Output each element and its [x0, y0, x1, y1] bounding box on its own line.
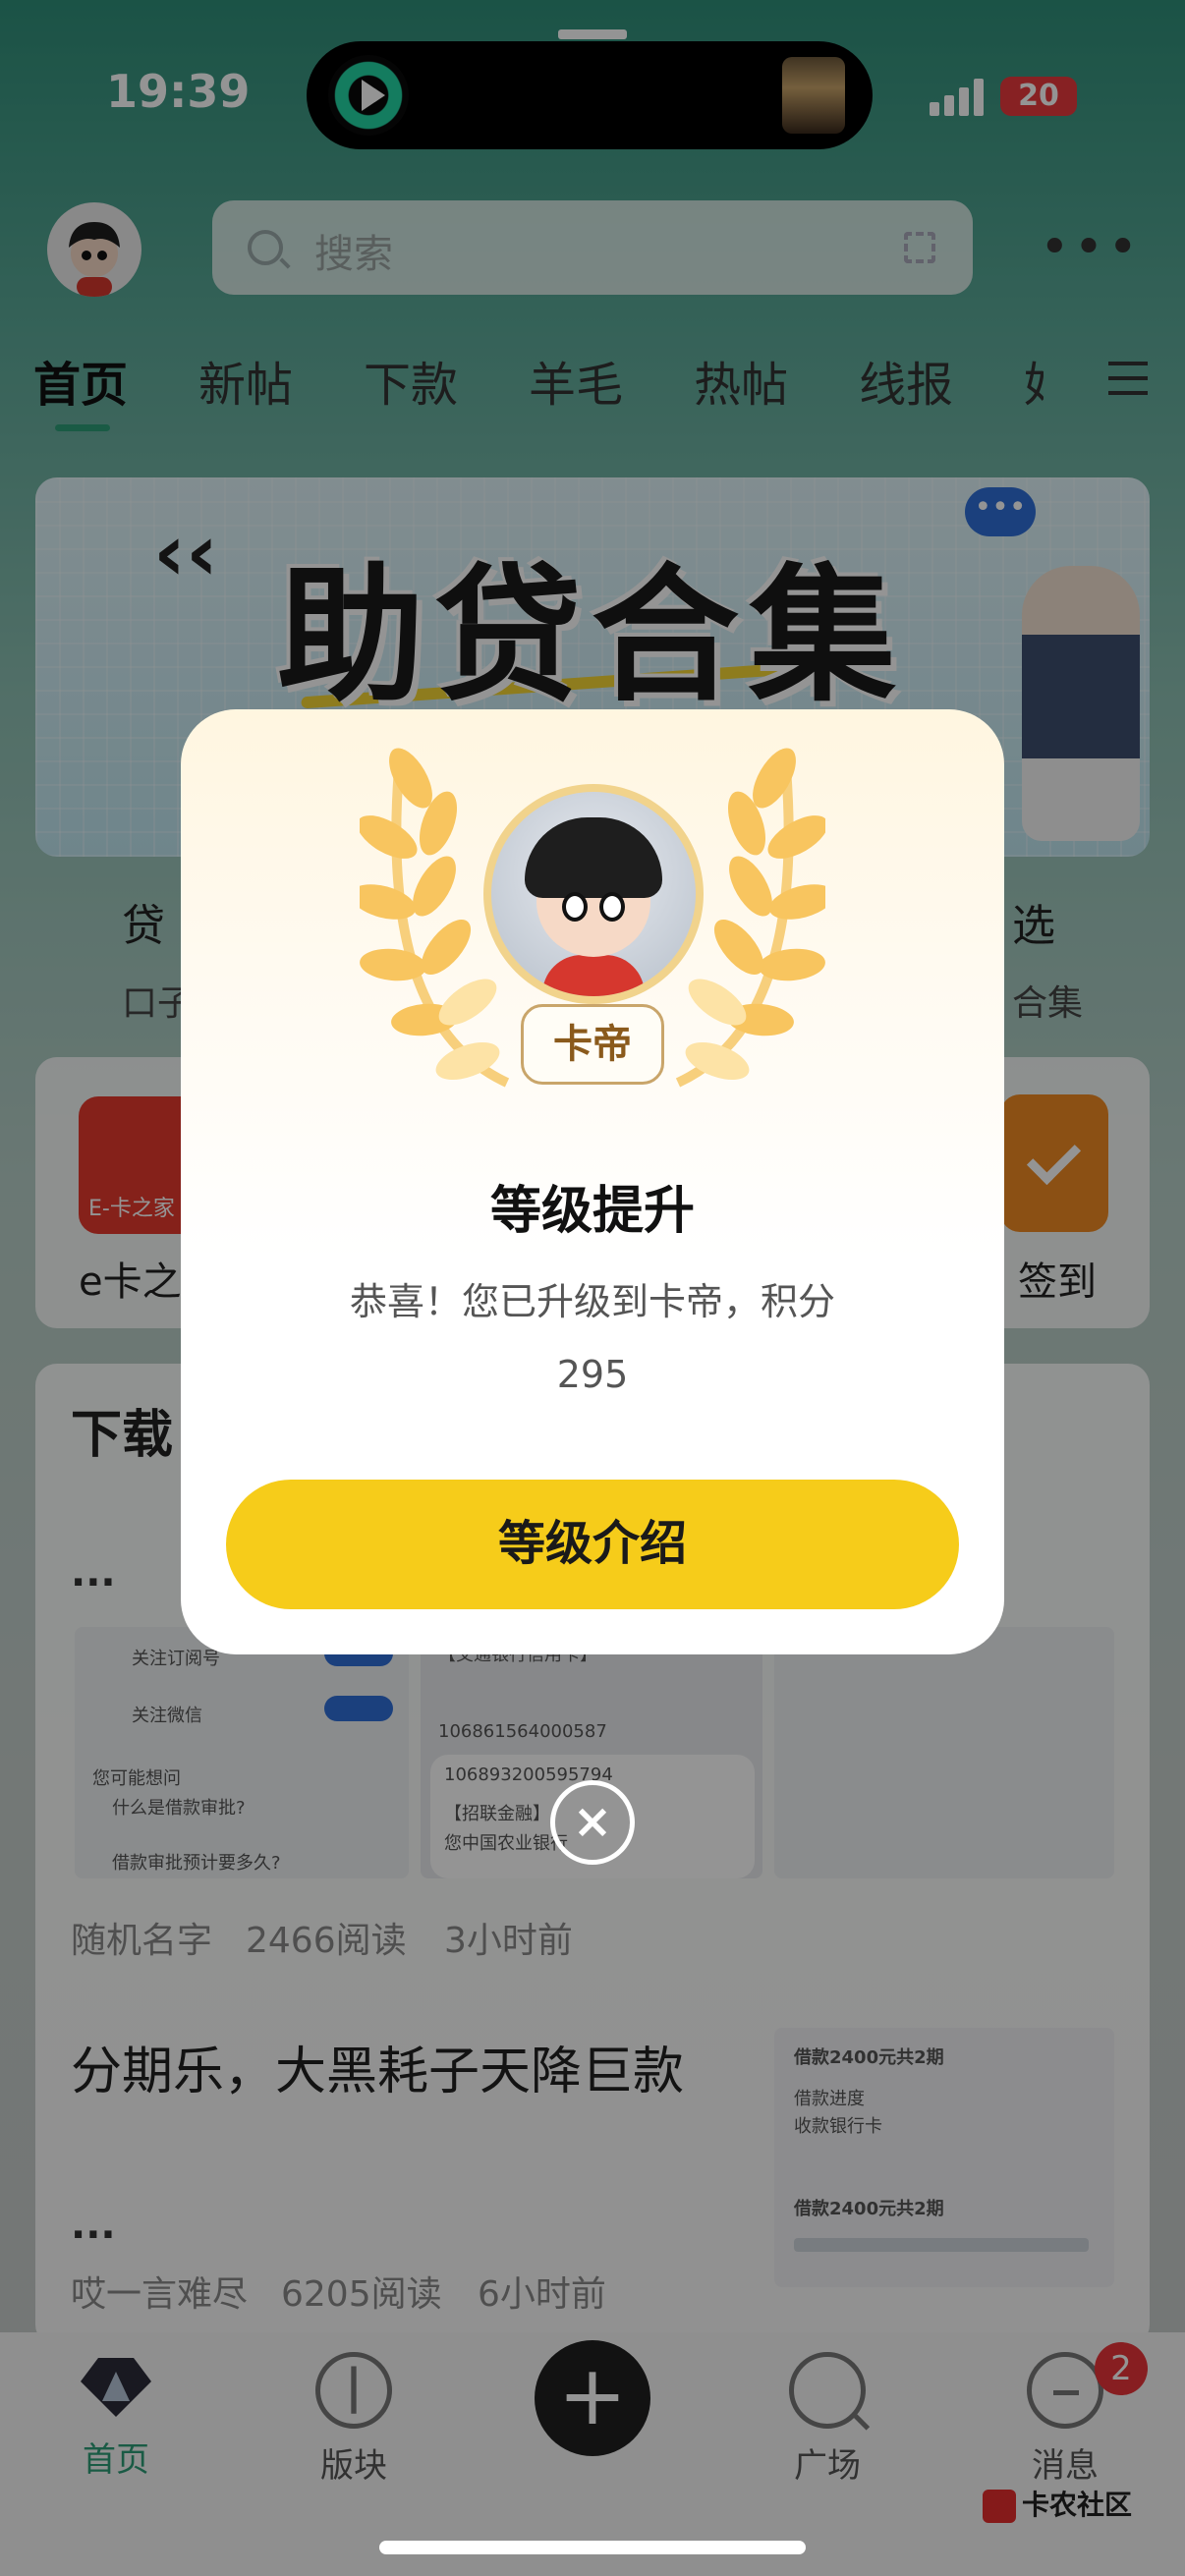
- dialog-title: 等级提升: [489, 1182, 695, 1241]
- level-intro-button[interactable]: 等级介绍: [226, 1480, 959, 1609]
- home-indicator[interactable]: [379, 2541, 806, 2554]
- level-up-dialog: 卡帝 等级提升 恭喜！您已升级到卡帝，积分295 等级介绍: [181, 709, 1004, 1654]
- level-avatar: [483, 784, 704, 1004]
- dialog-message: 恭喜！您已升级到卡帝，积分295: [349, 1280, 835, 1396]
- rank-badge: 卡帝: [521, 1004, 664, 1085]
- close-dialog-button[interactable]: ×: [550, 1780, 635, 1865]
